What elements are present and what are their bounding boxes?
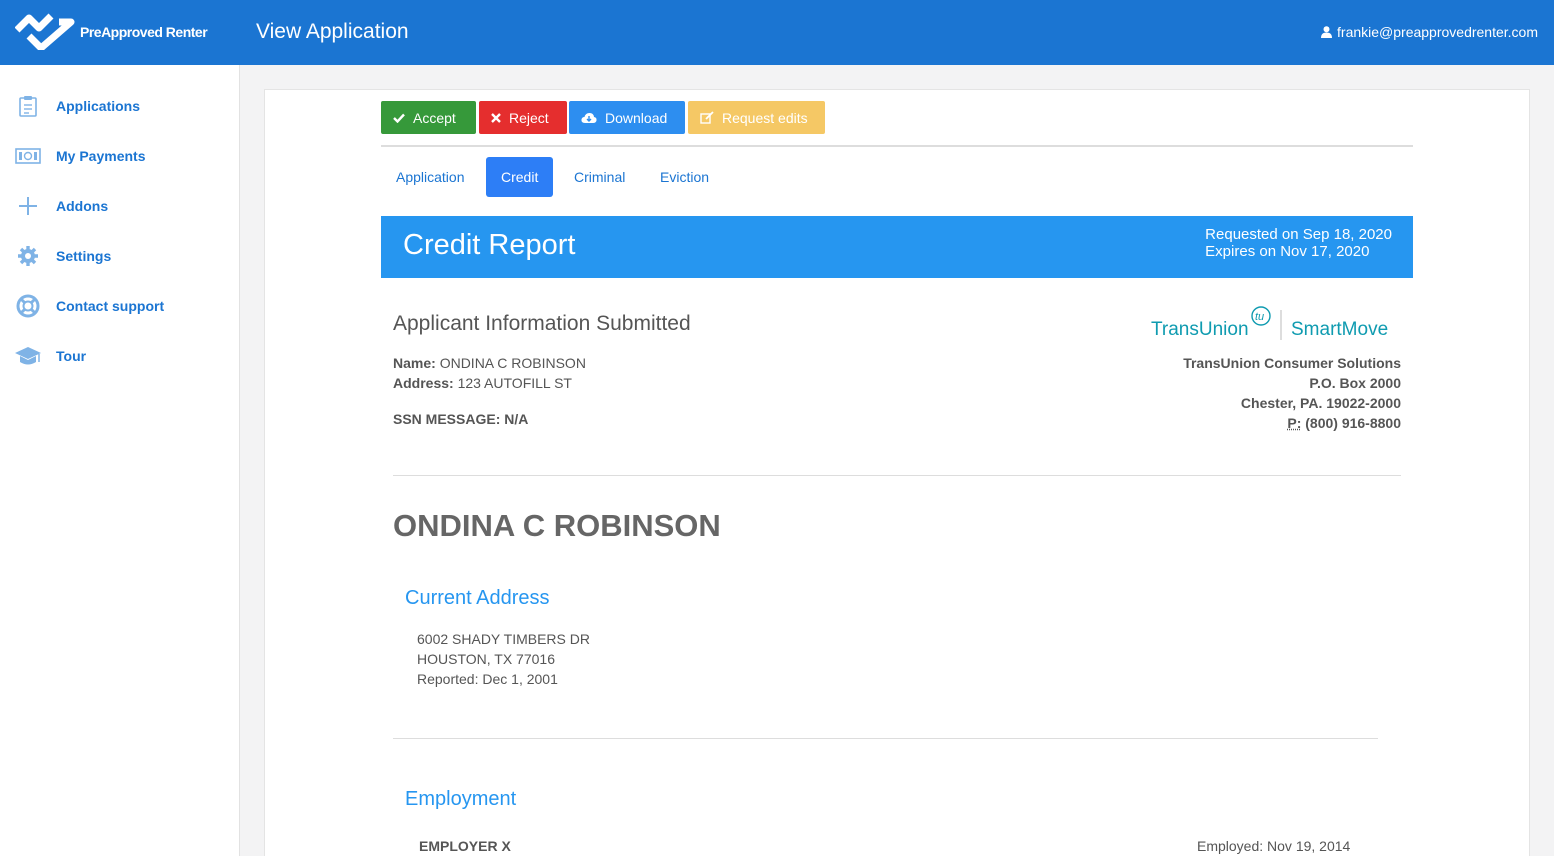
reject-button[interactable]: Reject <box>479 101 567 134</box>
divider <box>393 475 1401 476</box>
graduation-cap-icon <box>14 342 42 370</box>
tab-credit[interactable]: Credit <box>486 157 554 197</box>
brand-name[interactable]: PreApproved Renter <box>80 24 208 40</box>
check-icon <box>393 113 405 123</box>
applicant-name-heading: ONDINA C ROBINSON <box>393 508 721 543</box>
expires-date: Expires on Nov 17, 2020 <box>1205 243 1370 260</box>
employed-date: Employed: Nov 19, 2014 <box>1197 838 1351 854</box>
sidebar-item-label: Addons <box>56 198 109 214</box>
banner-title: Credit Report <box>403 229 576 261</box>
transunion-smartmove-logo: TransUnion tu SmartMove <box>1151 306 1388 340</box>
divider <box>393 738 1378 739</box>
report-dates: Requested on Sep 18, 2020 Expires on Nov… <box>1205 226 1392 260</box>
employer-name: EMPLOYER X <box>419 838 511 854</box>
sidebar-item-my-payments[interactable]: My Payments <box>14 142 145 170</box>
address-label: Address: <box>393 375 454 391</box>
sidebar-item-label: My Payments <box>56 148 146 164</box>
cloud-download-icon <box>581 112 597 123</box>
smartmove-wordmark: SmartMove <box>1291 319 1388 340</box>
gear-icon <box>14 242 42 270</box>
bureau-address: TransUnion Consumer Solutions P.O. Box 2… <box>1183 353 1401 433</box>
tab-application[interactable]: Application <box>381 157 480 197</box>
address-value: 123 AUTOFILL ST <box>457 375 572 391</box>
applicant-name-row: Name: ONDINA C ROBINSON <box>393 355 586 371</box>
sidebar-item-contact-support[interactable]: Contact support <box>14 292 164 320</box>
download-label: Download <box>605 109 668 126</box>
clipboard-icon <box>14 92 42 120</box>
address-line: HOUSTON, TX 77016 <box>417 651 555 667</box>
sidebar-item-label: Contact support <box>56 298 165 314</box>
accept-button[interactable]: Accept <box>381 101 476 134</box>
sidebar-item-addons[interactable]: Addons <box>14 192 108 220</box>
user-icon <box>1321 26 1333 38</box>
credit-report-banner: Credit Report Requested on Sep 18, 2020 … <box>381 216 1413 278</box>
plus-icon <box>14 192 42 220</box>
brand-logo-icon[interactable] <box>15 8 77 50</box>
sidebar-item-settings[interactable]: Settings <box>14 242 111 270</box>
top-bar: PreApproved Renter View Application fran… <box>0 0 1554 65</box>
download-button[interactable]: Download <box>569 101 685 134</box>
applicant-address-row: Address: 123 AUTOFILL ST <box>393 375 572 391</box>
user-email: frankie@preapprovedrenter.com <box>1337 24 1538 40</box>
bureau-name: TransUnion Consumer Solutions <box>1183 355 1401 371</box>
sidebar-item-label: Tour <box>56 348 87 364</box>
tab-eviction[interactable]: Eviction <box>645 157 724 197</box>
lifebuoy-icon <box>14 292 42 320</box>
page-title: View Application <box>256 20 409 43</box>
address-reported: Reported: Dec 1, 2001 <box>417 671 558 687</box>
tu-badge: tu <box>1255 311 1264 323</box>
sidebar-item-tour[interactable]: Tour <box>14 342 86 370</box>
divider <box>381 145 1413 147</box>
edit-icon <box>700 111 714 124</box>
user-menu[interactable]: frankie@preapprovedrenter.com <box>1321 24 1538 40</box>
sidebar-item-label: Applications <box>56 98 141 114</box>
employment-heading: Employment <box>405 788 517 810</box>
money-icon <box>14 142 42 170</box>
content-panel: Accept Reject Download Request edits App… <box>264 89 1530 856</box>
name-value: ONDINA C ROBINSON <box>439 355 586 371</box>
ssn-message: SSN MESSAGE: N/A <box>393 411 529 427</box>
bureau-city: Chester, PA. 19022-2000 <box>1240 395 1401 411</box>
bureau-po-box: P.O. Box 2000 <box>1309 375 1401 391</box>
address-line: 6002 SHADY TIMBERS DR <box>417 631 590 647</box>
phone-label: P: <box>1287 415 1302 431</box>
close-icon <box>491 112 501 123</box>
request-edits-button[interactable]: Request edits <box>688 101 825 134</box>
reject-label: Reject <box>509 109 549 126</box>
name-label: Name: <box>393 355 436 371</box>
current-address-heading: Current Address <box>405 587 550 609</box>
bureau-phone-row: P: (800) 916-8800 <box>1183 413 1401 433</box>
sidebar-item-label: Settings <box>56 248 112 264</box>
bureau-phone: (800) 916-8800 <box>1305 415 1401 431</box>
requested-date: Requested on Sep 18, 2020 <box>1205 226 1392 243</box>
sidebar: Applications My Payments Addons Settings… <box>0 65 240 856</box>
request-edits-label: Request edits <box>722 109 808 126</box>
current-address: 6002 SHADY TIMBERS DR HOUSTON, TX 77016 … <box>417 629 590 689</box>
transunion-wordmark: TransUnion <box>1151 319 1249 340</box>
applicant-info-heading: Applicant Information Submitted <box>393 312 691 335</box>
accept-label: Accept <box>413 109 456 126</box>
tab-criminal[interactable]: Criminal <box>559 157 640 197</box>
sidebar-item-applications[interactable]: Applications <box>14 92 140 120</box>
